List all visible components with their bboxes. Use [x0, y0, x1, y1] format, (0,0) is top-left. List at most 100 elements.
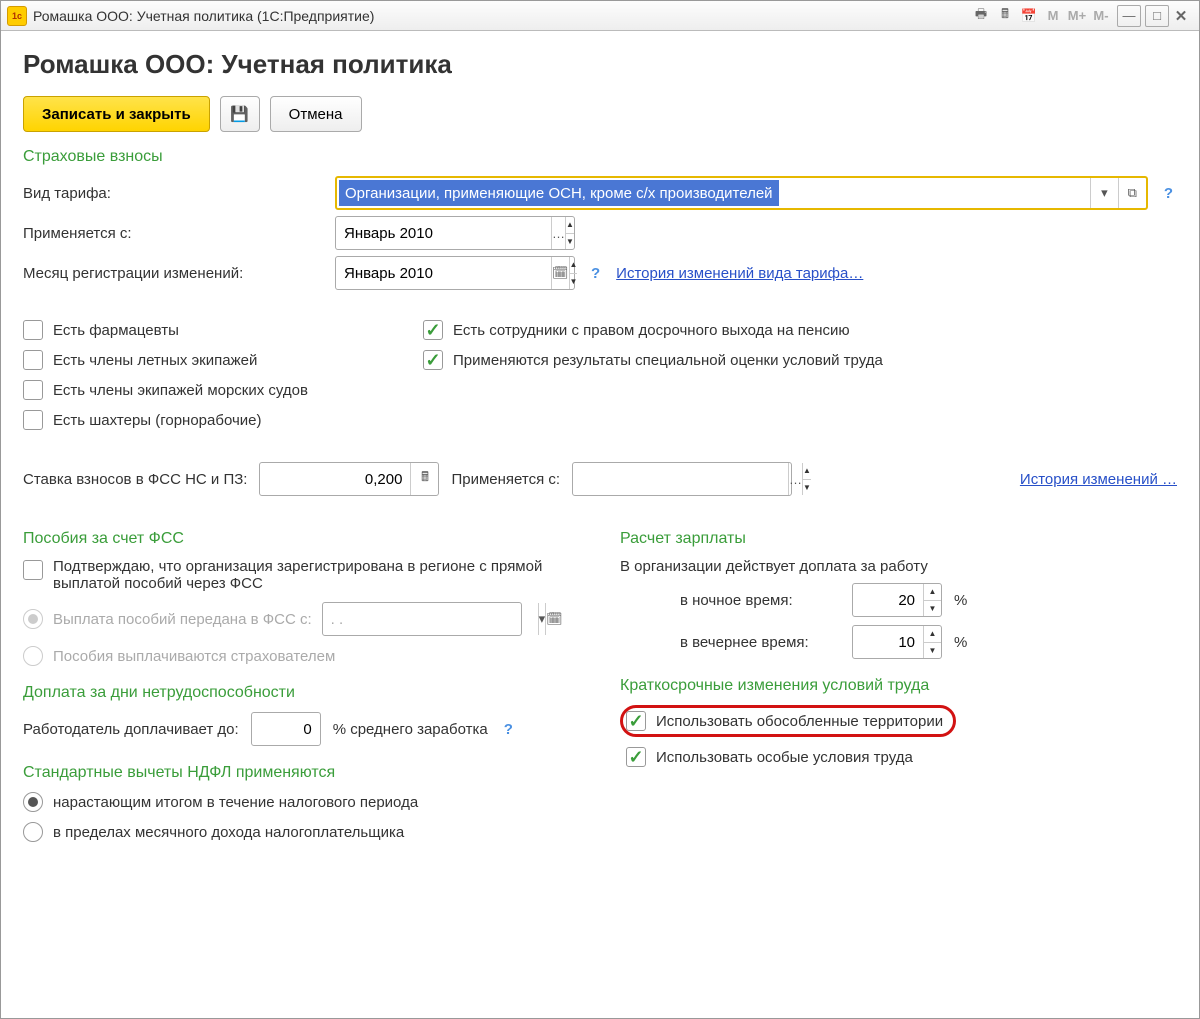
minimize-icon[interactable]: — — [1117, 5, 1141, 27]
close-icon[interactable]: ✕ — [1169, 5, 1193, 27]
rb-benefits-fss — [23, 609, 43, 629]
benefits-date-field — [323, 603, 538, 635]
salary-section-title: Расчет зарплаты — [620, 530, 1177, 548]
rb-ndfl-cumulative-label: нарастающим итогом в течение налогового … — [53, 794, 418, 811]
evening-spinner[interactable]: ▲▼ — [923, 626, 941, 658]
chk-territories-label: Использовать обособленные территории — [656, 713, 943, 730]
reg-month-field[interactable] — [336, 257, 551, 289]
save-button[interactable]: 💾 — [220, 96, 260, 132]
logo-1c-icon: 1c — [7, 6, 27, 26]
rb-ndfl-cumulative[interactable] — [23, 792, 43, 812]
fss-rate-field[interactable] — [260, 463, 410, 495]
chk-sea-crew-label: Есть члены экипажей морских судов — [53, 382, 308, 399]
app-window: 1c Ромашка ООО: Учетная политика (1С:Пре… — [0, 0, 1200, 1019]
chk-flight-crew[interactable] — [23, 350, 43, 370]
night-spinner[interactable]: ▲▼ — [923, 584, 941, 616]
floppy-icon: 💾 — [230, 105, 249, 123]
page-title: Ромашка ООО: Учетная политика — [23, 49, 1177, 80]
chk-early-pension-label: Есть сотрудники с правом досрочного выхо… — [453, 322, 850, 339]
chk-early-pension[interactable]: ✓ — [423, 320, 443, 340]
chk-miners-label: Есть шахтеры (горнорабочие) — [53, 412, 262, 429]
calendar-pick-icon[interactable]: 🗓 — [551, 257, 569, 289]
chk-sea-crew[interactable] — [23, 380, 43, 400]
tariff-combo[interactable]: Организации, применяющие ОСН, кроме с/х … — [335, 176, 1148, 210]
reg-month-input[interactable]: 🗓 ▲▼ — [335, 256, 575, 290]
tariff-value: Организации, применяющие ОСН, кроме с/х … — [339, 180, 779, 206]
help-sick-icon[interactable]: ? — [500, 721, 517, 738]
insurance-section-title: Страховые взносы — [23, 148, 1177, 166]
highlighted-option: ✓ Использовать обособленные территории — [620, 705, 956, 737]
ndfl-section-title: Стандартные вычеты НДФЛ применяются — [23, 764, 580, 782]
benefits-section-title: Пособия за счет ФСС — [23, 530, 580, 548]
fss-rate-input[interactable]: 🖩 — [259, 462, 439, 496]
chk-flight-crew-label: Есть члены летных экипажей — [53, 352, 257, 369]
print-icon[interactable]: 🖶 — [969, 5, 993, 27]
evening-field[interactable] — [853, 626, 923, 658]
toolbar: Записать и закрыть 💾 Отмена — [23, 96, 1177, 132]
night-input[interactable]: ▲▼ — [852, 583, 942, 617]
calendar-pick-icon: 🗓 — [545, 603, 563, 635]
chk-pharmacists-label: Есть фармацевты — [53, 322, 179, 339]
rb-benefits-insurer-label: Пособия выплачиваются страхователем — [53, 648, 335, 665]
chk-pharmacists[interactable] — [23, 320, 43, 340]
tariff-label: Вид тарифа: — [23, 185, 323, 202]
open-ref-icon[interactable]: ⧉ — [1118, 178, 1146, 208]
fss-applies-field[interactable] — [573, 463, 788, 495]
write-close-button[interactable]: Записать и закрыть — [23, 96, 210, 132]
calc-btn-icon[interactable]: 🖩 — [410, 463, 438, 495]
rb-ndfl-monthly-label: в пределах месячного дохода налогоплател… — [53, 824, 404, 841]
help-regmonth-icon[interactable]: ? — [587, 265, 604, 282]
fss-applies-label: Применяется с: — [451, 471, 560, 488]
chk-territories[interactable]: ✓ — [626, 711, 646, 731]
window-title: Ромашка ООО: Учетная политика (1С:Предпр… — [33, 8, 374, 24]
applies-from-label: Применяется с: — [23, 225, 323, 242]
evening-input[interactable]: ▲▼ — [852, 625, 942, 659]
chk-sout-results[interactable]: ✓ — [423, 350, 443, 370]
applies-from-field[interactable] — [336, 217, 551, 249]
calendar-icon[interactable]: 📅 — [1017, 5, 1041, 27]
chk-conditions-label: Использовать особые условия труда — [656, 749, 913, 766]
cancel-button[interactable]: Отмена — [270, 96, 362, 132]
ellipsis-icon[interactable]: … — [788, 463, 802, 495]
applies-from-input[interactable]: … ▲▼ — [335, 216, 575, 250]
shortterm-section-title: Краткосрочные изменения условий труда — [620, 677, 1177, 695]
dropdown-icon[interactable]: ▾ — [1090, 178, 1118, 208]
sick-label: Работодатель доплачивает до: — [23, 721, 239, 738]
confirm-region-label: Подтверждаю, что организация зарегистрир… — [53, 558, 580, 592]
fss-history-link[interactable]: История изменений … — [1020, 471, 1177, 488]
chk-sout-results-label: Применяются результаты специальной оценк… — [453, 352, 883, 369]
dropdown-icon: ▾ — [538, 603, 546, 635]
sick-section-title: Доплата за дни нетрудоспособности — [23, 684, 580, 702]
evening-pct: % — [954, 634, 967, 651]
chk-conditions[interactable]: ✓ — [626, 747, 646, 767]
reg-month-spinner[interactable]: ▲▼ — [569, 257, 578, 289]
rb-benefits-fss-label: Выплата пособий передана в ФСС с: — [53, 611, 312, 628]
sick-value-input[interactable] — [251, 712, 321, 746]
fss-applies-input[interactable]: … ▲▼ — [572, 462, 792, 496]
benefits-date-input: ▾ 🗓 — [322, 602, 522, 636]
calc-icon[interactable]: 🖩 — [993, 5, 1017, 27]
night-label: в ночное время: — [680, 592, 840, 609]
fss-rate-label: Ставка взносов в ФСС НС и ПЗ: — [23, 471, 247, 488]
evening-label: в вечернее время: — [680, 634, 840, 651]
sick-value-field[interactable] — [252, 713, 320, 745]
tariff-history-link[interactable]: История изменений вида тарифа… — [616, 265, 863, 282]
night-pct: % — [954, 592, 967, 609]
chk-confirm-region[interactable] — [23, 560, 43, 580]
ellipsis-icon[interactable]: … — [551, 217, 565, 249]
applies-from-spinner[interactable]: ▲▼ — [565, 217, 574, 249]
reg-month-label: Месяц регистрации изменений: — [23, 265, 323, 282]
salary-intro: В организации действует доплата за работ… — [620, 558, 1177, 575]
sick-suffix: % среднего заработка — [333, 721, 488, 738]
help-tariff-icon[interactable]: ? — [1160, 185, 1177, 202]
mem-mminus-icon[interactable]: M- — [1089, 5, 1113, 27]
fss-applies-spinner[interactable]: ▲▼ — [802, 463, 811, 495]
maximize-icon[interactable]: □ — [1145, 5, 1169, 27]
rb-benefits-insurer — [23, 646, 43, 666]
mem-m-icon[interactable]: M — [1041, 5, 1065, 27]
chk-miners[interactable] — [23, 410, 43, 430]
night-field[interactable] — [853, 584, 923, 616]
rb-ndfl-monthly[interactable] — [23, 822, 43, 842]
title-bar: 1c Ромашка ООО: Учетная политика (1С:Пре… — [1, 1, 1199, 31]
mem-mplus-icon[interactable]: M+ — [1065, 5, 1089, 27]
